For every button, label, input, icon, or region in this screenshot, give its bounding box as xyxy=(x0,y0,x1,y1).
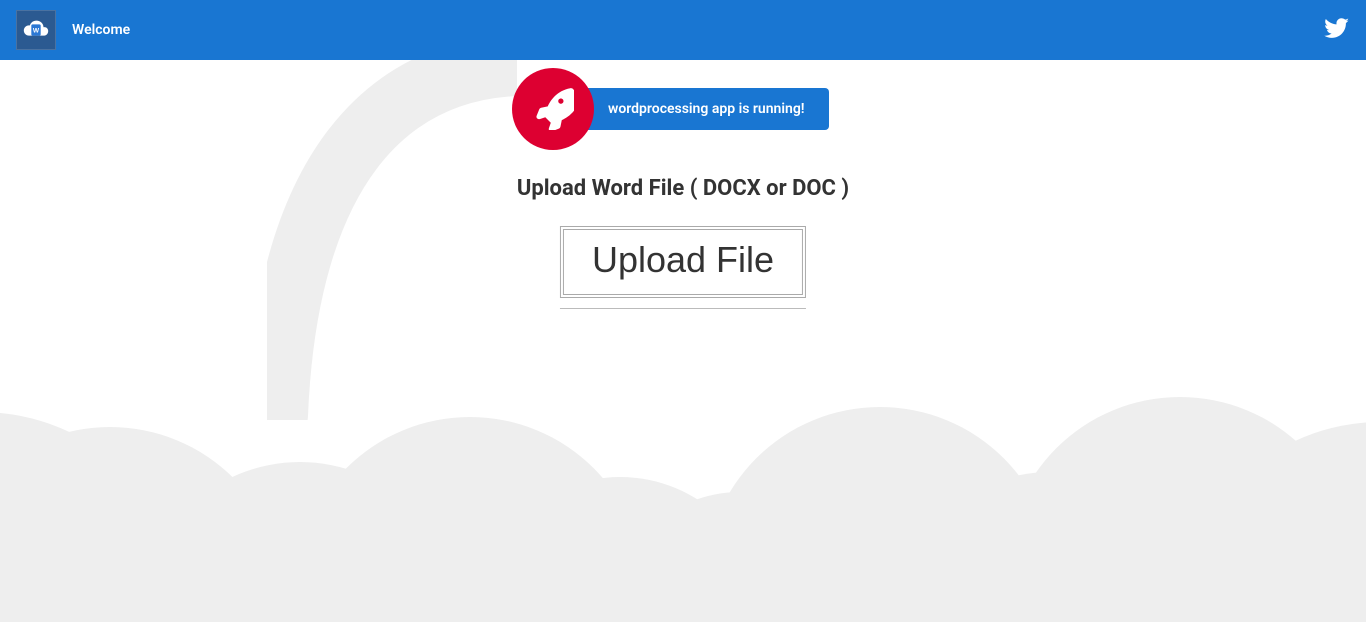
rocket-icon xyxy=(532,88,574,130)
svg-text:W: W xyxy=(33,27,40,34)
upload-underline xyxy=(560,308,806,309)
upload-file-button[interactable]: Upload File xyxy=(560,226,806,298)
welcome-label: Welcome xyxy=(72,22,130,38)
word-cloud-icon: W xyxy=(21,15,51,45)
rocket-badge xyxy=(512,68,594,150)
upload-section: Upload File xyxy=(560,226,806,309)
decorative-clouds xyxy=(0,322,1366,622)
twitter-link[interactable] xyxy=(1324,15,1350,45)
twitter-icon xyxy=(1324,15,1350,41)
status-row: wordprocessing app is running! xyxy=(512,68,829,150)
app-logo: W xyxy=(16,10,56,50)
status-banner: wordprocessing app is running! xyxy=(576,88,829,130)
decorative-arc xyxy=(267,60,517,420)
top-bar: W Welcome xyxy=(0,0,1366,60)
upload-heading: Upload Word File ( DOCX or DOC ) xyxy=(0,176,1366,201)
